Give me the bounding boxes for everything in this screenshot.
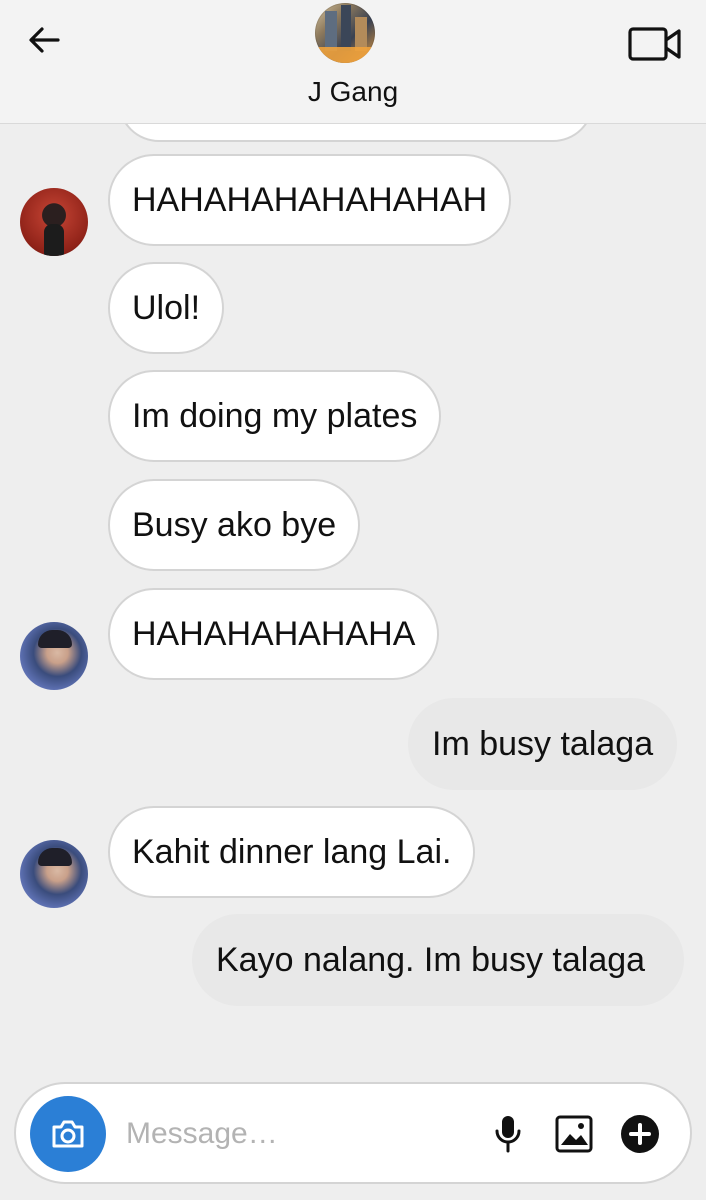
back-button[interactable] [20, 16, 68, 64]
gallery-button[interactable] [550, 1110, 598, 1158]
message-text: HAHAHAHAHAHA [132, 615, 416, 653]
message-input[interactable] [124, 1106, 464, 1162]
message-bubble: Ulol! [108, 262, 225, 354]
video-camera-icon [628, 27, 681, 61]
message-bubble: HAHAHAHAHAHAHAH [108, 154, 512, 246]
message-bubble-outgoing: Im busy talaga [408, 698, 678, 790]
message-bubble: Kahit dinner lang Lai. [108, 806, 476, 898]
plus-circle-icon [621, 1115, 659, 1153]
chat-header: J Gang [0, 0, 706, 124]
sender-avatar[interactable] [20, 840, 88, 908]
message-text: HAHAHAHAHAHAHAH [132, 181, 488, 219]
camera-icon [52, 1120, 84, 1148]
arrow-left-icon [29, 27, 60, 53]
voice-button[interactable] [484, 1110, 532, 1158]
message-text: Ulol! [132, 289, 201, 327]
message-text: Kayo nalang. Im busy talaga [216, 941, 646, 979]
group-avatar[interactable] [315, 3, 375, 63]
message-composer [14, 1082, 692, 1184]
message-text: Busy ako bye [132, 506, 337, 544]
camera-button[interactable] [30, 1096, 106, 1172]
message-text: Kahit dinner lang Lai. [132, 833, 452, 871]
video-call-button[interactable] [624, 20, 686, 68]
message-bubble: Busy ako bye [108, 479, 361, 571]
microphone-icon [495, 1116, 521, 1153]
group-name[interactable]: J Gang [0, 76, 706, 108]
message-bubble-outgoing: Kayo nalang. Im busy talaga [192, 914, 684, 1006]
message-bubble: Im doing my plates [108, 370, 442, 462]
message-text: Im doing my plates [132, 397, 418, 435]
message-bubble: HAHAHAHAHAHA [108, 588, 440, 680]
message-text: Im busy talaga [432, 725, 654, 763]
more-button[interactable] [616, 1110, 664, 1158]
sender-avatar[interactable] [20, 188, 88, 256]
message-list[interactable]: HAHAHAHAHAHAHAH Ulol! Im doing my plates… [0, 0, 706, 1200]
image-icon [555, 1115, 593, 1153]
sender-avatar[interactable] [20, 622, 88, 690]
